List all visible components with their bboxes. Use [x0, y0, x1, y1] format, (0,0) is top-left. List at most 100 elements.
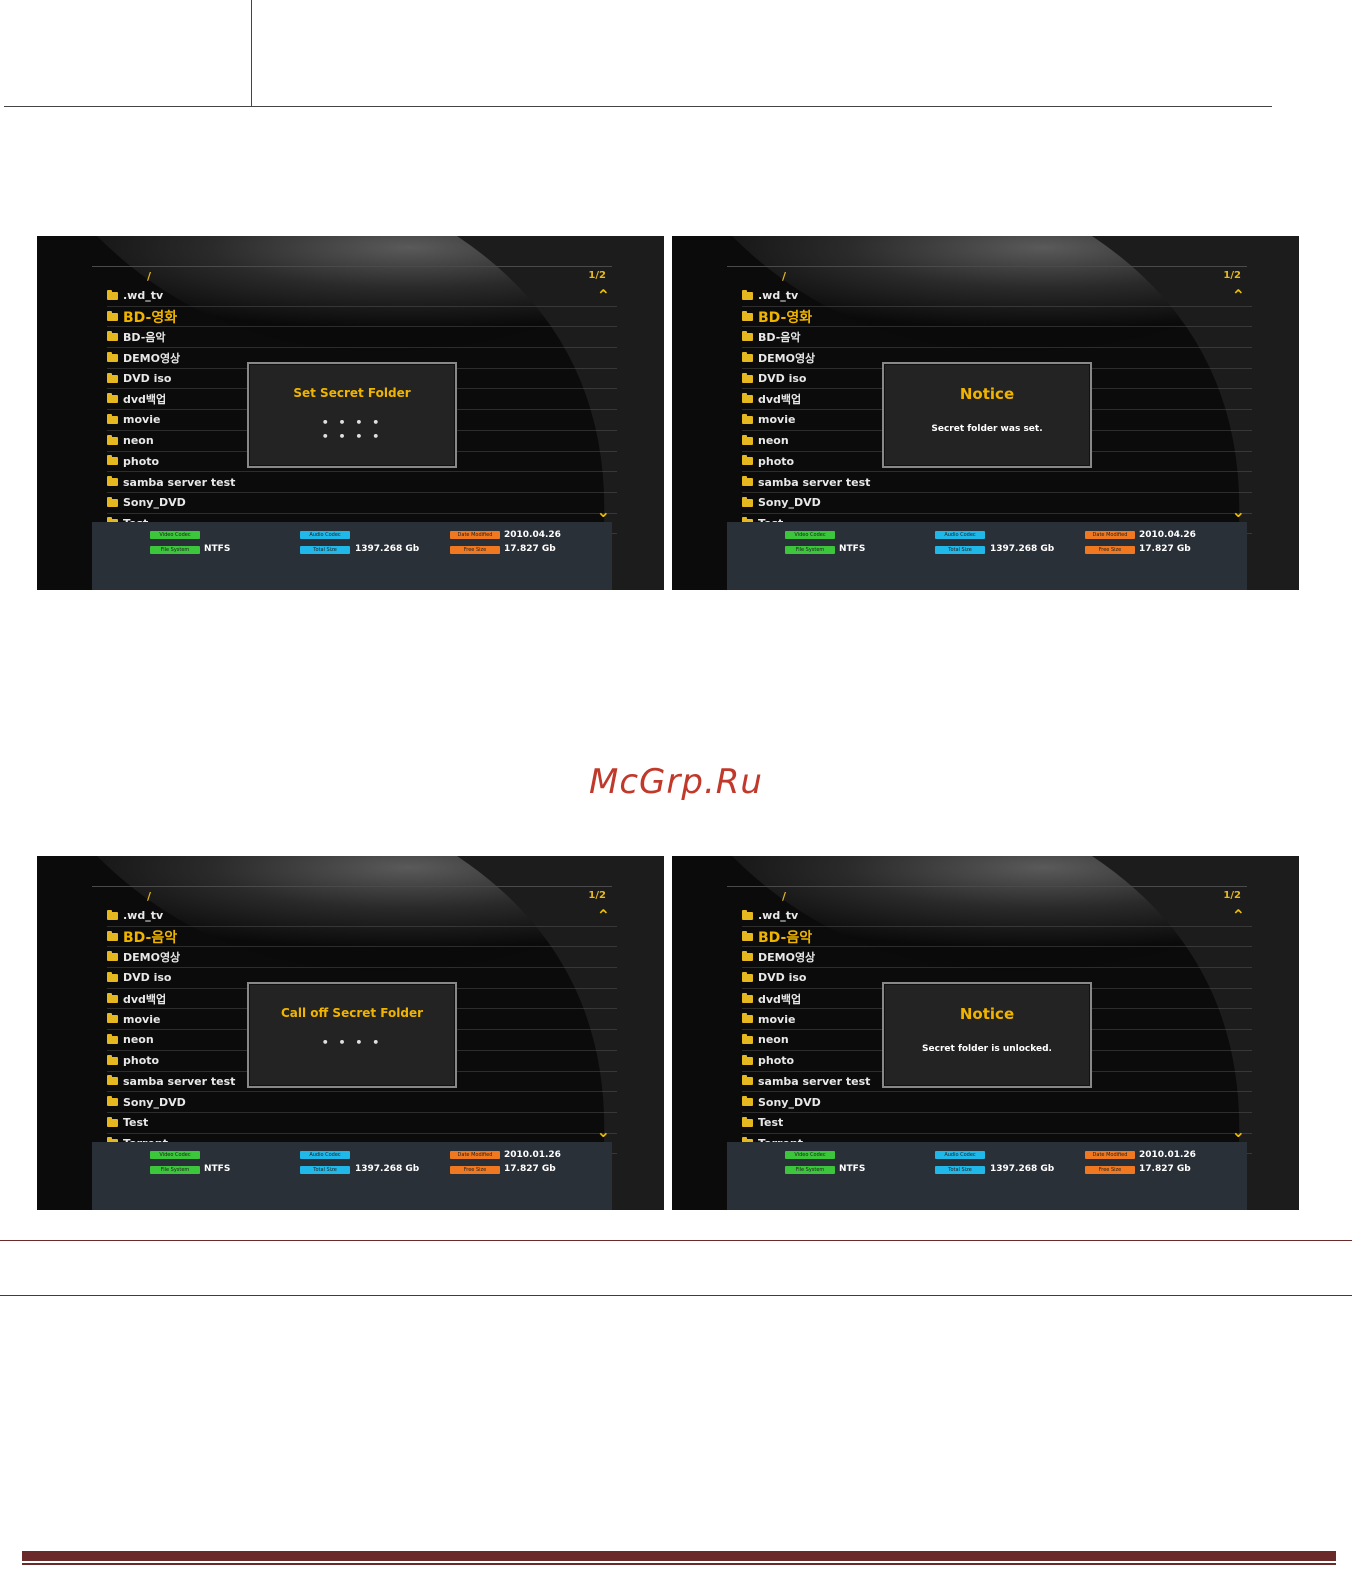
- folder-icon: [742, 1054, 753, 1065]
- dialog-box: Set Secret Folder • • • • • • • •: [247, 362, 457, 468]
- scroll-down-icon[interactable]: ⌄: [597, 1122, 610, 1141]
- folder-item[interactable]: Test: [107, 1113, 617, 1134]
- folder-item[interactable]: BD-영화: [107, 307, 617, 328]
- folder-item[interactable]: samba server test: [742, 472, 1252, 493]
- divider-line-bottom: [0, 1295, 1352, 1296]
- total-size-value: 1397.268 Gb: [355, 1164, 420, 1174]
- file-system-value: NTFS: [204, 544, 231, 554]
- file-system-value: NTFS: [204, 1164, 231, 1174]
- folder-name: dvd백업: [123, 992, 167, 1006]
- total-size-label: Total Size: [935, 546, 985, 554]
- date-modified-value: 2010.01.26: [504, 1150, 561, 1160]
- folder-name: samba server test: [123, 1074, 236, 1088]
- scroll-down-icon[interactable]: ⌄: [597, 502, 610, 521]
- folder-name: DEMO영상: [123, 951, 181, 965]
- folder-icon: [742, 413, 753, 424]
- current-path: /: [147, 890, 152, 903]
- free-size-label: Free Size: [450, 546, 500, 554]
- folder-item[interactable]: DEMO영상: [107, 947, 617, 969]
- folder-name: Test: [123, 1116, 149, 1130]
- folder-icon: [742, 351, 753, 362]
- scroll-up-icon[interactable]: ⌃: [597, 906, 610, 925]
- folder-item[interactable]: Sony_DVD: [742, 1092, 1252, 1113]
- folder-name: .wd_tv: [758, 289, 799, 303]
- folder-icon: [107, 455, 118, 466]
- folder-item[interactable]: BD-영화: [742, 307, 1252, 328]
- folder-icon: [742, 331, 753, 342]
- password-field[interactable]: • • • •: [249, 1036, 455, 1049]
- folder-name: samba server test: [758, 1074, 871, 1088]
- folder-item[interactable]: .wd_tv: [742, 906, 1252, 927]
- total-size-value: 1397.268 Gb: [355, 544, 420, 554]
- total-size-label: Total Size: [935, 1166, 985, 1174]
- header-rule: [727, 266, 1247, 267]
- footer-bar-thin: [22, 1563, 1336, 1565]
- info-panel: Video Codec File System NTFS Audio Codec Tot…: [727, 1142, 1247, 1210]
- free-size-value: 17.827 Gb: [504, 1164, 556, 1174]
- dialog-box: Notice Secret folder was set.: [882, 362, 1092, 468]
- folder-item[interactable]: BD-음악: [107, 327, 617, 349]
- folder-name: neon: [758, 434, 789, 448]
- folder-item[interactable]: DEMO영상: [742, 947, 1252, 969]
- date-modified-label: Date Modified: [450, 1151, 500, 1159]
- folder-icon: [107, 992, 118, 1003]
- folder-icon: [742, 1096, 753, 1107]
- screenshot-secret-folder-set-notice: / 1/2 .wd_tv BD-영화 BD-음악 DEMO영상 DVD iso dvd백업 mo…: [672, 236, 1299, 590]
- folder-item[interactable]: Sony_DVD: [107, 493, 617, 514]
- folder-name: neon: [123, 1033, 154, 1047]
- scroll-up-icon[interactable]: ⌃: [597, 286, 610, 305]
- date-modified-label: Date Modified: [1085, 1151, 1135, 1159]
- folder-name: DEMO영상: [758, 951, 816, 965]
- dialog-message: Secret folder was set.: [931, 424, 1043, 434]
- folder-icon: [742, 971, 753, 982]
- dialog-message: Secret folder is unlocked.: [922, 1044, 1052, 1054]
- scroll-down-icon[interactable]: ⌄: [1232, 502, 1245, 521]
- folder-name: Sony_DVD: [123, 1095, 186, 1109]
- folder-icon: [107, 434, 118, 445]
- video-codec-label: Video Codec: [150, 531, 200, 539]
- file-system-value: NTFS: [839, 544, 866, 554]
- free-size-label: Free Size: [1085, 546, 1135, 554]
- free-size-label: Free Size: [450, 1166, 500, 1174]
- folder-icon: [742, 1013, 753, 1024]
- folder-icon: [742, 1033, 753, 1044]
- folder-item[interactable]: Sony_DVD: [742, 493, 1252, 514]
- folder-name: photo: [758, 454, 795, 468]
- total-size-value: 1397.268 Gb: [990, 544, 1055, 554]
- folder-name: DVD iso: [123, 971, 172, 985]
- folder-icon: [742, 909, 753, 920]
- scroll-up-icon[interactable]: ⌃: [1232, 286, 1245, 305]
- dialog-box: Call off Secret Folder • • • •: [247, 982, 457, 1088]
- scroll-up-icon[interactable]: ⌃: [1232, 906, 1245, 925]
- folder-name: BD-음악: [123, 331, 166, 345]
- folder-item[interactable]: .wd_tv: [107, 286, 617, 307]
- password-confirm-field[interactable]: • • • •: [249, 430, 455, 443]
- folder-item[interactable]: Test: [742, 1113, 1252, 1134]
- file-system-label: File System: [150, 546, 200, 554]
- folder-icon: [107, 1075, 118, 1086]
- folder-icon: [107, 909, 118, 920]
- folder-item[interactable]: samba server test: [107, 472, 617, 493]
- dialog-box: Notice Secret folder is unlocked.: [882, 982, 1092, 1088]
- folder-icon: [107, 413, 118, 424]
- folder-item[interactable]: BD-음악: [107, 927, 617, 948]
- video-codec-label: Video Codec: [785, 531, 835, 539]
- folder-item[interactable]: BD-음악: [742, 927, 1252, 948]
- folder-item[interactable]: .wd_tv: [742, 286, 1252, 307]
- screenshot-secret-folder-unlocked-notice: / 1/2 .wd_tv BD-음악 DEMO영상 DVD iso dvd백업 movie ne…: [672, 856, 1299, 1210]
- page-indicator: 1/2: [588, 890, 606, 901]
- folder-item[interactable]: BD-음악: [742, 327, 1252, 349]
- audio-codec-label: Audio Codec: [300, 1151, 350, 1159]
- folder-name: Sony_DVD: [123, 496, 186, 510]
- folder-icon: [107, 1116, 118, 1127]
- video-codec-label: Video Codec: [150, 1151, 200, 1159]
- header-rule: [92, 886, 612, 887]
- folder-item[interactable]: Sony_DVD: [107, 1092, 617, 1113]
- scroll-down-icon[interactable]: ⌄: [1232, 1122, 1245, 1141]
- password-field[interactable]: • • • •: [249, 416, 455, 429]
- folder-item[interactable]: .wd_tv: [107, 906, 617, 927]
- audio-codec-label: Audio Codec: [300, 531, 350, 539]
- footer-bar: [22, 1551, 1336, 1561]
- folder-name: .wd_tv: [123, 289, 164, 303]
- file-system-value: NTFS: [839, 1164, 866, 1174]
